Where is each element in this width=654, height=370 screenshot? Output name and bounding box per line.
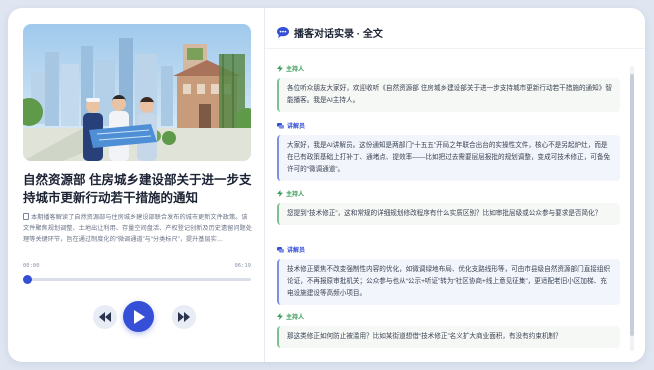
message-text: 大家好，我是AI讲解员。这份通知是两部门“十五五”开局之年联合出台的实操性文件，… xyxy=(277,135,620,181)
expert-icon xyxy=(277,122,284,129)
summary-text: 本期播客解读了自然资源部与住房城乡建设部联合发布的城市更新文件政策。该文件聚焦规… xyxy=(23,214,252,243)
transcript-message: 主持人 您提到“技术修正”，这和常规的详细规划修改程序有什么实质区别？比如审批层… xyxy=(277,188,622,225)
message-text: 技术修正聚焦不改变强制性内容的优化，如微调绿地布局、优化支路线形等，可由市县级自… xyxy=(277,259,620,305)
scrollbar-thumb[interactable] xyxy=(630,74,634,336)
rewind-icon xyxy=(99,312,111,322)
message-text: 那这类修正如何防止被滥用？比如某街道想借“技术修正”名义扩大商业面积，有没有约束… xyxy=(277,326,620,348)
transcript-message: 讲解员 大家好，我是AI讲解员。这份通知是两部门“十五五”开局之年联合出台的实操… xyxy=(277,120,622,181)
transcript-message: 讲解员 技术修正聚焦不改变强制性内容的优化，如微调绿地布局、优化支路线形等，可由… xyxy=(277,244,622,305)
speaker-row: 主持人 xyxy=(277,311,622,321)
speaker-row: 主持人 xyxy=(277,188,622,198)
transcript-message: 主持人 各位听众朋友大家好，欢迎收听《自然资源部 住房城乡建设部关于进一步支持城… xyxy=(277,63,622,112)
speaker-name: 主持人 xyxy=(286,191,305,198)
transcript-panel: 播客对话实录 · 全文 主持人 各位听众朋友大家好，欢迎收听《自然资源部 住房城… xyxy=(265,8,645,362)
play-button[interactable] xyxy=(123,301,154,332)
progress-knob[interactable] xyxy=(23,275,32,284)
message-text: 您提到“技术修正”，这和常规的详细规划修改程序有什么实质区别？比如审批层级或公众… xyxy=(277,203,620,225)
play-icon xyxy=(133,309,145,324)
transcript-scrollbar[interactable] xyxy=(630,66,634,351)
document-icon xyxy=(23,213,29,220)
host-icon xyxy=(277,64,283,72)
chat-bubble-icon xyxy=(277,27,289,38)
fast-forward-icon xyxy=(178,312,190,322)
transcript-title: 播客对话实录 · 全文 xyxy=(294,29,383,40)
time-display: 00:00 06:19 xyxy=(23,263,251,269)
host-icon xyxy=(277,189,283,197)
transcript-header: 播客对话实录 · 全文 xyxy=(277,25,383,40)
speaker-name: 主持人 xyxy=(286,66,305,73)
rewind-button[interactable] xyxy=(93,305,117,329)
speaker-row: 主持人 xyxy=(277,63,622,73)
host-icon xyxy=(277,312,283,320)
transcript-message: 主持人 那这类修正如何防止被滥用？比如某街道想借“技术修正”名义扩大商业面积，有… xyxy=(277,311,622,348)
player-panel: 自然资源部 住房城乡建设部关于进一步支持城市更新行动若干措施的通知 本期播客解读… xyxy=(8,8,264,362)
speaker-row: 讲解员 xyxy=(277,244,622,254)
message-text: 各位听众朋友大家好，欢迎收听《自然资源部 住房城乡建设部关于进一步支持城市更新行… xyxy=(277,78,620,112)
speaker-name: 讲解员 xyxy=(287,247,306,254)
current-time: 00:00 xyxy=(23,263,40,269)
header-divider xyxy=(265,48,645,49)
speaker-name: 主持人 xyxy=(286,314,305,321)
expert-icon xyxy=(277,246,284,253)
podcast-card: 自然资源部 住房城乡建设部关于进一步支持城市更新行动若干措施的通知 本期播客解读… xyxy=(8,8,645,362)
fast-forward-button[interactable] xyxy=(172,305,196,329)
progress-track[interactable] xyxy=(27,278,251,281)
speaker-name: 讲解员 xyxy=(287,123,306,130)
article-summary: 本期播客解读了自然资源部与住房城乡建设部联合发布的城市更新文件政策。该文件聚焦规… xyxy=(23,212,253,260)
transcript-list[interactable]: 主持人 各位听众朋友大家好，欢迎收听《自然资源部 住房城乡建设部关于进一步支持城… xyxy=(277,58,622,353)
speaker-row: 讲解员 xyxy=(277,120,622,130)
total-time: 06:19 xyxy=(234,263,251,269)
cover-illustration xyxy=(23,24,251,161)
article-title: 自然资源部 住房城乡建设部关于进一步支持城市更新行动若干措施的通知 xyxy=(23,173,252,205)
